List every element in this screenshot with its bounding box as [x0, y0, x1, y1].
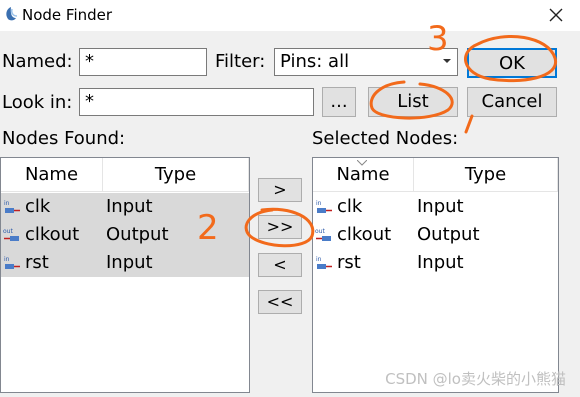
svg-text:in: in [4, 256, 10, 263]
table-row[interactable]: out clkout Output [313, 221, 558, 249]
sort-caret-icon [357, 160, 367, 166]
filter-label: Filter: [215, 51, 266, 72]
node-type: Output [106, 224, 169, 245]
named-input[interactable]: * [79, 48, 207, 76]
node-type: Input [417, 196, 464, 217]
column-header-type[interactable]: Type [414, 158, 558, 192]
window-title: Node Finder [22, 6, 113, 24]
table-row[interactable]: out clkout Output [1, 221, 249, 249]
selected-nodes-title: Selected Nodes: [312, 128, 459, 149]
close-icon[interactable] [544, 4, 568, 26]
input-pin-icon: in [316, 256, 332, 269]
table-row[interactable]: in rst Input [313, 249, 558, 277]
ok-button[interactable]: OK [467, 48, 557, 78]
input-pin-icon: in [4, 256, 20, 269]
list-tick-annotation [464, 114, 474, 134]
add-all-button[interactable]: >> [258, 215, 302, 239]
remove-selected-button[interactable]: < [258, 253, 302, 277]
column-header-type[interactable]: Type [103, 158, 249, 192]
nodes-found-list[interactable]: Name Type in clk Input out clkout Output… [0, 157, 250, 393]
cancel-button[interactable]: Cancel [467, 87, 557, 117]
node-name: clk [25, 196, 51, 217]
nodes-found-title: Nodes Found: [2, 128, 126, 149]
node-type: Input [106, 252, 153, 273]
input-pin-icon: in [4, 200, 20, 213]
svg-text:in: in [4, 200, 10, 207]
selected-nodes-list[interactable]: Name Type in clk Input out clkout Output… [312, 157, 559, 393]
list-button[interactable]: List [368, 87, 458, 117]
table-row[interactable]: in clk Input [1, 193, 249, 221]
column-header-name-label: Name [336, 164, 390, 185]
column-header-name[interactable]: Name [313, 158, 414, 192]
node-name: rst [25, 252, 49, 273]
output-pin-icon: out [3, 228, 19, 241]
svg-text:in: in [316, 200, 322, 207]
output-pin-icon: out [315, 228, 331, 241]
chevron-down-icon [443, 59, 451, 63]
input-pin-icon: in [316, 200, 332, 213]
watermark: CSDN @lo卖火柴的小熊猫 [385, 370, 566, 388]
filter-select-value: Pins: all [280, 51, 350, 72]
browse-button[interactable]: ... [322, 87, 356, 117]
svg-text:out: out [315, 228, 325, 235]
title-bar: Node Finder [0, 0, 580, 31]
node-name: clk [337, 196, 363, 217]
look-in-label: Look in: [2, 92, 73, 113]
table-row[interactable]: in rst Input [1, 249, 249, 277]
filter-select[interactable]: Pins: all [274, 48, 458, 76]
quartus-icon [6, 7, 18, 21]
svg-text:out: out [3, 228, 13, 235]
node-type: Input [417, 252, 464, 273]
svg-text:in: in [316, 256, 322, 263]
node-name: clkout [337, 224, 392, 245]
column-header-name[interactable]: Name [1, 158, 103, 192]
node-type: Input [106, 196, 153, 217]
look-in-input[interactable]: * [79, 88, 314, 116]
node-name: rst [337, 252, 361, 273]
remove-all-button[interactable]: << [258, 290, 302, 314]
node-type: Output [417, 224, 480, 245]
named-label: Named: [2, 51, 73, 72]
table-row[interactable]: in clk Input [313, 193, 558, 221]
node-name: clkout [25, 224, 80, 245]
add-selected-button[interactable]: > [258, 178, 302, 202]
